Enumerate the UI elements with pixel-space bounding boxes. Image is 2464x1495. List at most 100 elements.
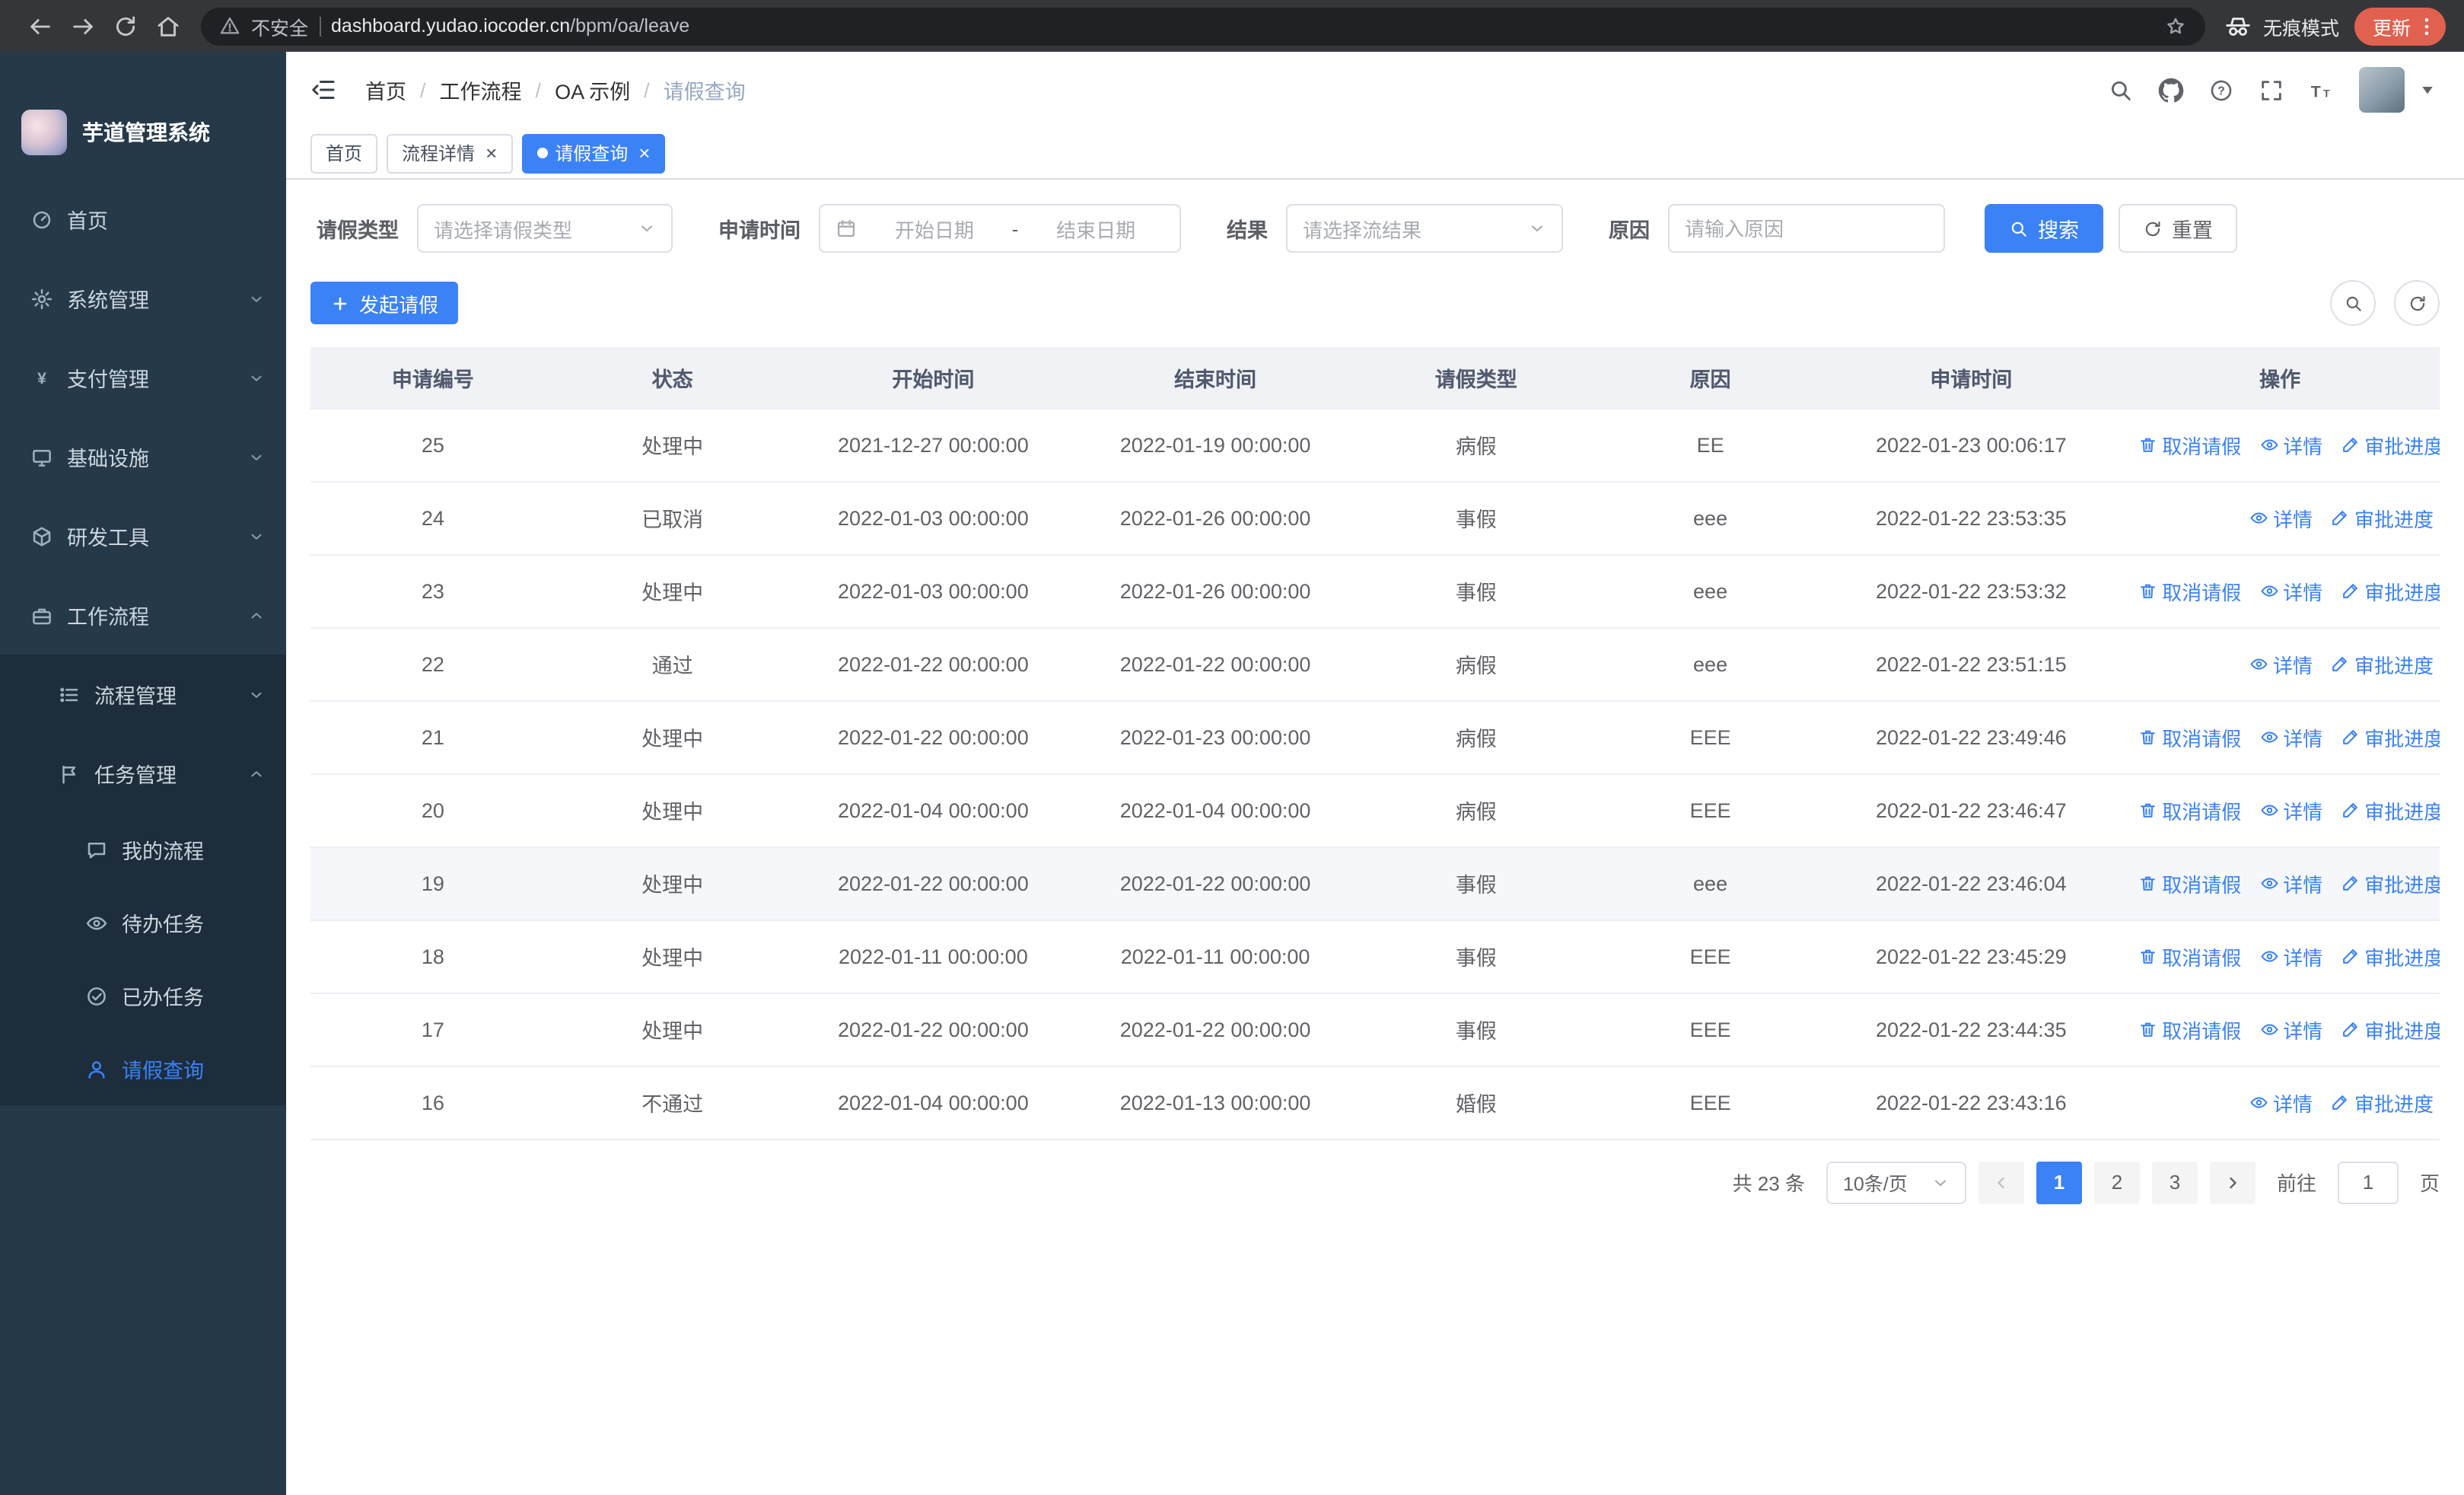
- breadcrumb-item[interactable]: 工作流程: [440, 75, 522, 105]
- leave-type-select[interactable]: 请选择请假类型: [417, 204, 673, 253]
- detail-link[interactable]: 详情: [2259, 869, 2322, 897]
- approval-progress-link[interactable]: 审批进度: [2341, 722, 2440, 751]
- goto-page-input[interactable]: [2337, 1161, 2399, 1203]
- detail-link[interactable]: 详情: [2259, 576, 2322, 605]
- table-row[interactable]: 18 处理中 2022-01-11 00:00:00 2022-01-11 00:00…: [310, 920, 2440, 993]
- cancel-leave-link[interactable]: 取消请假: [2138, 430, 2241, 459]
- tab-leave-query[interactable]: 请假查询 ×: [521, 133, 666, 173]
- sidebar-item-home[interactable]: 首页: [0, 180, 286, 259]
- table-row[interactable]: 19 处理中 2022-01-22 00:00:00 2022-01-22 00:00…: [310, 846, 2440, 920]
- approval-progress-link[interactable]: 审批进度: [2341, 430, 2440, 459]
- cell-start: 2022-01-04 00:00:00: [789, 1066, 1078, 1140]
- table-row[interactable]: 22 通过 2022-01-22 00:00:00 2022-01-22 00:00:…: [310, 627, 2440, 701]
- apply-time-range-picker[interactable]: 开始日期 - 结束日期: [819, 204, 1181, 253]
- cancel-leave-link[interactable]: 取消请假: [2138, 942, 2241, 971]
- sidebar-item-process-mgmt[interactable]: 流程管理: [0, 655, 286, 734]
- detail-link[interactable]: 详情: [2249, 503, 2313, 532]
- approval-progress-link[interactable]: 审批进度: [2341, 942, 2440, 971]
- approval-progress-link[interactable]: 审批进度: [2341, 795, 2440, 824]
- toggle-search-button[interactable]: [2330, 280, 2376, 326]
- browser-menu-dots-icon[interactable]: [2415, 14, 2438, 37]
- page-button-1[interactable]: 1: [2036, 1161, 2082, 1203]
- github-link-button[interactable]: [2158, 77, 2184, 103]
- reason-input[interactable]: [1668, 204, 1945, 253]
- approval-progress-link[interactable]: 审批进度: [2331, 1088, 2434, 1117]
- calendar-icon: [836, 218, 857, 239]
- detail-link[interactable]: 详情: [2249, 649, 2313, 678]
- header-search-button[interactable]: [2108, 77, 2134, 103]
- gear-icon: [30, 287, 53, 310]
- sidebar-item-done-tasks[interactable]: 已办任务: [0, 959, 286, 1032]
- approval-progress-link[interactable]: 审批进度: [2341, 869, 2440, 897]
- refresh-table-button[interactable]: [2394, 280, 2440, 326]
- sidebar-item-dev-tools[interactable]: 研发工具: [0, 496, 286, 575]
- sidebar-item-task-mgmt[interactable]: 任务管理: [0, 734, 286, 813]
- page-size-select[interactable]: 10条/页: [1826, 1161, 1966, 1203]
- page-button-3[interactable]: 3: [2151, 1161, 2198, 1203]
- detail-link[interactable]: 详情: [2259, 942, 2322, 971]
- detail-link[interactable]: 详情: [2259, 1015, 2322, 1044]
- sidebar-item-workflow[interactable]: 工作流程: [0, 575, 286, 655]
- sidebar-item-system-mgmt[interactable]: 系统管理: [0, 259, 286, 338]
- cell-type: 病假: [1353, 627, 1599, 701]
- reset-button[interactable]: 重置: [2119, 204, 2237, 253]
- breadcrumb-item[interactable]: OA 示例: [555, 75, 630, 105]
- detail-link[interactable]: 详情: [2259, 722, 2322, 751]
- cancel-leave-link[interactable]: 取消请假: [2138, 869, 2241, 897]
- security-label[interactable]: 不安全: [251, 11, 308, 40]
- font-size-button[interactable]: [2309, 77, 2335, 103]
- bookmark-star-icon[interactable]: [2164, 14, 2187, 37]
- caret-down-icon[interactable]: [2415, 78, 2440, 102]
- table-row[interactable]: 24 已取消 2022-01-03 00:00:00 2022-01-26 00:00…: [310, 481, 2440, 555]
- page-button-2[interactable]: 2: [2093, 1161, 2140, 1203]
- app-logo[interactable]: 芋道管理系统: [0, 52, 286, 180]
- sidebar-item-payment-mgmt[interactable]: 支付管理: [0, 338, 286, 417]
- sidebar-item-infrastructure[interactable]: 基础设施: [0, 417, 286, 496]
- detail-link[interactable]: 详情: [2259, 430, 2322, 459]
- browser-update-button[interactable]: 更新: [2354, 7, 2446, 45]
- table-row[interactable]: 25 处理中 2021-12-27 00:00:00 2022-01-19 00:00…: [310, 408, 2440, 482]
- sidebar-collapse-button[interactable]: [310, 76, 338, 104]
- close-icon[interactable]: ×: [485, 143, 497, 163]
- sidebar-item-todo-tasks[interactable]: 待办任务: [0, 886, 286, 959]
- prev-page-button[interactable]: [1978, 1161, 2024, 1203]
- cancel-leave-link[interactable]: 取消请假: [2138, 722, 2241, 751]
- browser-forward-button[interactable]: [61, 5, 103, 47]
- browser-home-button[interactable]: [146, 5, 189, 47]
- create-leave-button[interactable]: 发起请假: [310, 282, 459, 324]
- sidebar-item-leave-query[interactable]: 请假查询: [0, 1032, 286, 1105]
- date-range-separator: -: [1011, 217, 1019, 240]
- table-row[interactable]: 20 处理中 2022-01-04 00:00:00 2022-01-04 00:00…: [310, 773, 2440, 847]
- table-row[interactable]: 17 处理中 2022-01-22 00:00:00 2022-01-22 00:00…: [310, 993, 2440, 1066]
- tab-home[interactable]: 首页: [310, 133, 378, 173]
- table-row[interactable]: 23 处理中 2022-01-03 00:00:00 2022-01-26 00:00…: [310, 554, 2440, 628]
- help-button[interactable]: [2208, 77, 2234, 103]
- eye-icon: [2249, 508, 2268, 528]
- url-text[interactable]: dashboard.yudao.iocoder.cn/bpm/oa/leave: [331, 15, 689, 37]
- browser-back-button[interactable]: [18, 5, 61, 47]
- detail-link[interactable]: 详情: [2259, 795, 2322, 824]
- eye-icon: [2259, 1020, 2278, 1039]
- breadcrumb-item[interactable]: 首页: [365, 75, 406, 105]
- fullscreen-button[interactable]: [2259, 77, 2284, 103]
- search-button[interactable]: 搜索: [1985, 204, 2103, 253]
- approval-progress-link[interactable]: 审批进度: [2331, 649, 2434, 678]
- apply-time-label: 申请时间: [718, 219, 801, 242]
- user-avatar[interactable]: [2359, 67, 2405, 113]
- browser-reload-button[interactable]: [103, 5, 146, 47]
- next-page-button[interactable]: [2209, 1161, 2255, 1203]
- cancel-leave-link[interactable]: 取消请假: [2138, 1015, 2241, 1044]
- approval-progress-link[interactable]: 审批进度: [2341, 1015, 2440, 1044]
- table-row[interactable]: 16 不通过 2022-01-04 00:00:00 2022-01-13 00:00…: [310, 1066, 2440, 1140]
- address-bar[interactable]: 不安全 dashboard.yudao.iocoder.cn/bpm/oa/le…: [201, 7, 2205, 45]
- approval-progress-link[interactable]: 审批进度: [2331, 503, 2434, 532]
- cancel-leave-link[interactable]: 取消请假: [2138, 795, 2241, 824]
- detail-link[interactable]: 详情: [2249, 1088, 2313, 1117]
- approval-progress-link[interactable]: 审批进度: [2341, 576, 2440, 605]
- table-row[interactable]: 21 处理中 2022-01-22 00:00:00 2022-01-23 00:00…: [310, 700, 2440, 774]
- cancel-leave-link[interactable]: 取消请假: [2138, 576, 2241, 605]
- close-icon[interactable]: ×: [638, 143, 650, 163]
- tab-process-detail[interactable]: 流程详情 ×: [387, 133, 513, 173]
- sidebar-item-my-processes[interactable]: 我的流程: [0, 813, 286, 886]
- result-select[interactable]: 请选择流结果: [1286, 204, 1563, 253]
